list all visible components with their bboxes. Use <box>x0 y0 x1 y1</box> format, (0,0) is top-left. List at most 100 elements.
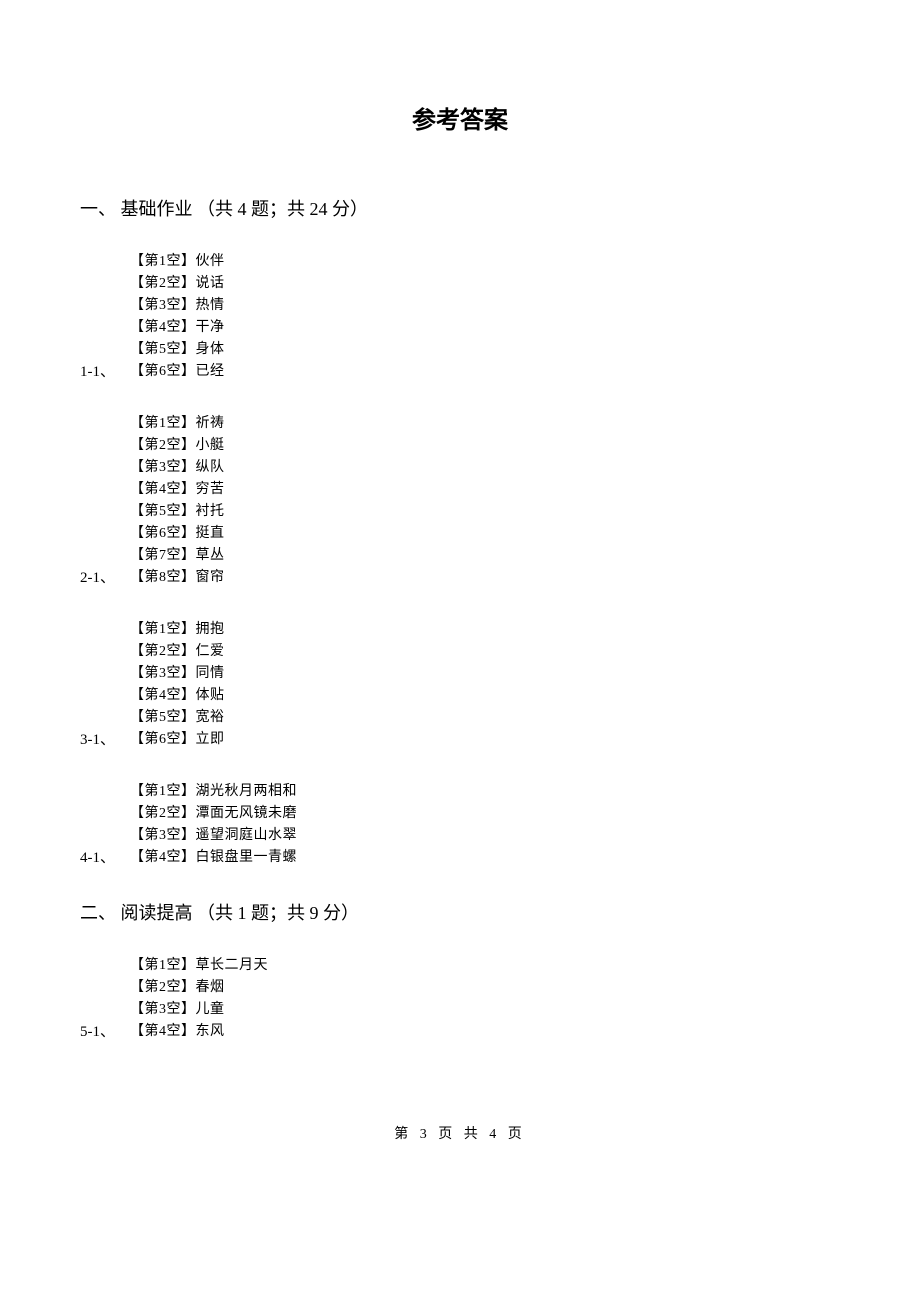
answer-block: 【第1空】湖光秋月两相和【第2空】潭面无风镜未磨【第3空】遥望洞庭山水翠【第4空… <box>80 781 840 869</box>
blank-label: 【第1空】 <box>130 416 196 431</box>
answer-row: 【第3空】热情 <box>130 295 840 317</box>
answer-text: 同情 <box>196 666 225 681</box>
answer-row: 【第5空】身体 <box>130 339 840 361</box>
answer-text: 拥抱 <box>196 622 225 637</box>
blank-label: 【第5空】 <box>130 504 196 519</box>
answer-text: 东风 <box>196 1024 225 1039</box>
blank-label: 【第7空】 <box>130 548 196 563</box>
answer-row: 【第8空】窗帘 <box>130 567 840 589</box>
answer-text: 宽裕 <box>196 710 225 725</box>
blank-label: 【第1空】 <box>130 254 196 269</box>
blank-label: 【第5空】 <box>130 710 196 725</box>
answer-list: 【第1空】拥抱【第2空】仁爱【第3空】同情【第4空】体贴【第5空】宽裕【第6空】… <box>130 619 840 751</box>
blank-label: 【第4空】 <box>130 688 196 703</box>
answer-row: 【第2空】小艇 <box>130 435 840 457</box>
answer-row: 【第7空】草丛 <box>130 545 840 567</box>
answer-row: 【第1空】草长二月天 <box>130 955 840 977</box>
answer-row: 【第2空】说话 <box>130 273 840 295</box>
section: 一、 基础作业 （共 4 题；共 24 分）【第1空】伙伴【第2空】说话【第3空… <box>80 195 840 869</box>
answer-list: 【第1空】草长二月天【第2空】春烟【第3空】儿童【第4空】东风 <box>130 955 840 1043</box>
blank-label: 【第5空】 <box>130 342 196 357</box>
blank-label: 【第4空】 <box>130 1024 196 1039</box>
blank-label: 【第8空】 <box>130 570 196 585</box>
blank-label: 【第6空】 <box>130 364 196 379</box>
answer-row: 【第4空】穷苦 <box>130 479 840 501</box>
answer-row: 【第4空】东风 <box>130 1021 840 1043</box>
answer-text: 身体 <box>196 342 225 357</box>
blank-label: 【第2空】 <box>130 806 196 821</box>
answer-text: 窗帘 <box>196 570 225 585</box>
blank-label: 【第6空】 <box>130 526 196 541</box>
answer-text: 湖光秋月两相和 <box>196 784 298 799</box>
answer-text: 潭面无风镜未磨 <box>196 806 298 821</box>
blank-label: 【第3空】 <box>130 666 196 681</box>
answer-row: 【第6空】挺直 <box>130 523 840 545</box>
section: 二、 阅读提高 （共 1 题；共 9 分）【第1空】草长二月天【第2空】春烟【第… <box>80 899 840 1043</box>
answer-text: 白银盘里一青螺 <box>196 850 298 865</box>
answer-text: 已经 <box>196 364 225 379</box>
block-label: 5-1、 <box>80 1021 115 1043</box>
answer-block: 【第1空】草长二月天【第2空】春烟【第3空】儿童【第4空】东风5-1、 <box>80 955 840 1043</box>
blank-label: 【第4空】 <box>130 850 196 865</box>
answer-row: 【第3空】纵队 <box>130 457 840 479</box>
block-label: 1-1、 <box>80 361 115 383</box>
answer-text: 草长二月天 <box>196 958 269 973</box>
blank-label: 【第1空】 <box>130 958 196 973</box>
block-label: 2-1、 <box>80 567 115 589</box>
blank-label: 【第3空】 <box>130 460 196 475</box>
answer-text: 草丛 <box>196 548 225 563</box>
page-footer: 第 3 页 共 4 页 <box>80 1123 840 1143</box>
blank-label: 【第2空】 <box>130 644 196 659</box>
blank-label: 【第1空】 <box>130 784 196 799</box>
answer-text: 挺直 <box>196 526 225 541</box>
answer-row: 【第2空】春烟 <box>130 977 840 999</box>
answer-text: 衬托 <box>196 504 225 519</box>
blank-label: 【第1空】 <box>130 622 196 637</box>
answer-text: 干净 <box>196 320 225 335</box>
page-title: 参考答案 <box>80 100 840 135</box>
blank-label: 【第2空】 <box>130 980 196 995</box>
blank-label: 【第3空】 <box>130 298 196 313</box>
blank-label: 【第2空】 <box>130 276 196 291</box>
answer-block: 【第1空】祈祷【第2空】小艇【第3空】纵队【第4空】穷苦【第5空】衬托【第6空】… <box>80 413 840 589</box>
answer-row: 【第2空】仁爱 <box>130 641 840 663</box>
answer-text: 仁爱 <box>196 644 225 659</box>
answer-row: 【第6空】立即 <box>130 729 840 751</box>
answer-row: 【第3空】儿童 <box>130 999 840 1021</box>
answer-block: 【第1空】拥抱【第2空】仁爱【第3空】同情【第4空】体贴【第5空】宽裕【第6空】… <box>80 619 840 751</box>
blank-label: 【第3空】 <box>130 1002 196 1017</box>
blank-label: 【第2空】 <box>130 438 196 453</box>
answer-row: 【第2空】潭面无风镜未磨 <box>130 803 840 825</box>
answer-row: 【第1空】拥抱 <box>130 619 840 641</box>
answer-row: 【第1空】伙伴 <box>130 251 840 273</box>
answer-row: 【第5空】宽裕 <box>130 707 840 729</box>
answer-row: 【第1空】祈祷 <box>130 413 840 435</box>
section-heading: 二、 阅读提高 （共 1 题；共 9 分） <box>80 899 840 925</box>
answer-list: 【第1空】祈祷【第2空】小艇【第3空】纵队【第4空】穷苦【第5空】衬托【第6空】… <box>130 413 840 589</box>
answer-text: 伙伴 <box>196 254 225 269</box>
block-label: 4-1、 <box>80 847 115 869</box>
answer-text: 热情 <box>196 298 225 313</box>
answer-row: 【第3空】遥望洞庭山水翠 <box>130 825 840 847</box>
answer-text: 遥望洞庭山水翠 <box>196 828 298 843</box>
answer-text: 祈祷 <box>196 416 225 431</box>
blank-label: 【第6空】 <box>130 732 196 747</box>
answer-list: 【第1空】伙伴【第2空】说话【第3空】热情【第4空】干净【第5空】身体【第6空】… <box>130 251 840 383</box>
answer-block: 【第1空】伙伴【第2空】说话【第3空】热情【第4空】干净【第5空】身体【第6空】… <box>80 251 840 383</box>
answer-text: 春烟 <box>196 980 225 995</box>
blank-label: 【第4空】 <box>130 482 196 497</box>
answer-text: 纵队 <box>196 460 225 475</box>
answer-text: 儿童 <box>196 1002 225 1017</box>
answer-text: 立即 <box>196 732 225 747</box>
answer-text: 小艇 <box>196 438 225 453</box>
section-heading: 一、 基础作业 （共 4 题；共 24 分） <box>80 195 840 221</box>
answer-row: 【第6空】已经 <box>130 361 840 383</box>
answer-row: 【第3空】同情 <box>130 663 840 685</box>
sections-container: 一、 基础作业 （共 4 题；共 24 分）【第1空】伙伴【第2空】说话【第3空… <box>80 195 840 1043</box>
answer-row: 【第4空】干净 <box>130 317 840 339</box>
answer-row: 【第5空】衬托 <box>130 501 840 523</box>
answer-text: 说话 <box>196 276 225 291</box>
answer-text: 体贴 <box>196 688 225 703</box>
answer-list: 【第1空】湖光秋月两相和【第2空】潭面无风镜未磨【第3空】遥望洞庭山水翠【第4空… <box>130 781 840 869</box>
page-container: 参考答案 一、 基础作业 （共 4 题；共 24 分）【第1空】伙伴【第2空】说… <box>0 0 920 1183</box>
